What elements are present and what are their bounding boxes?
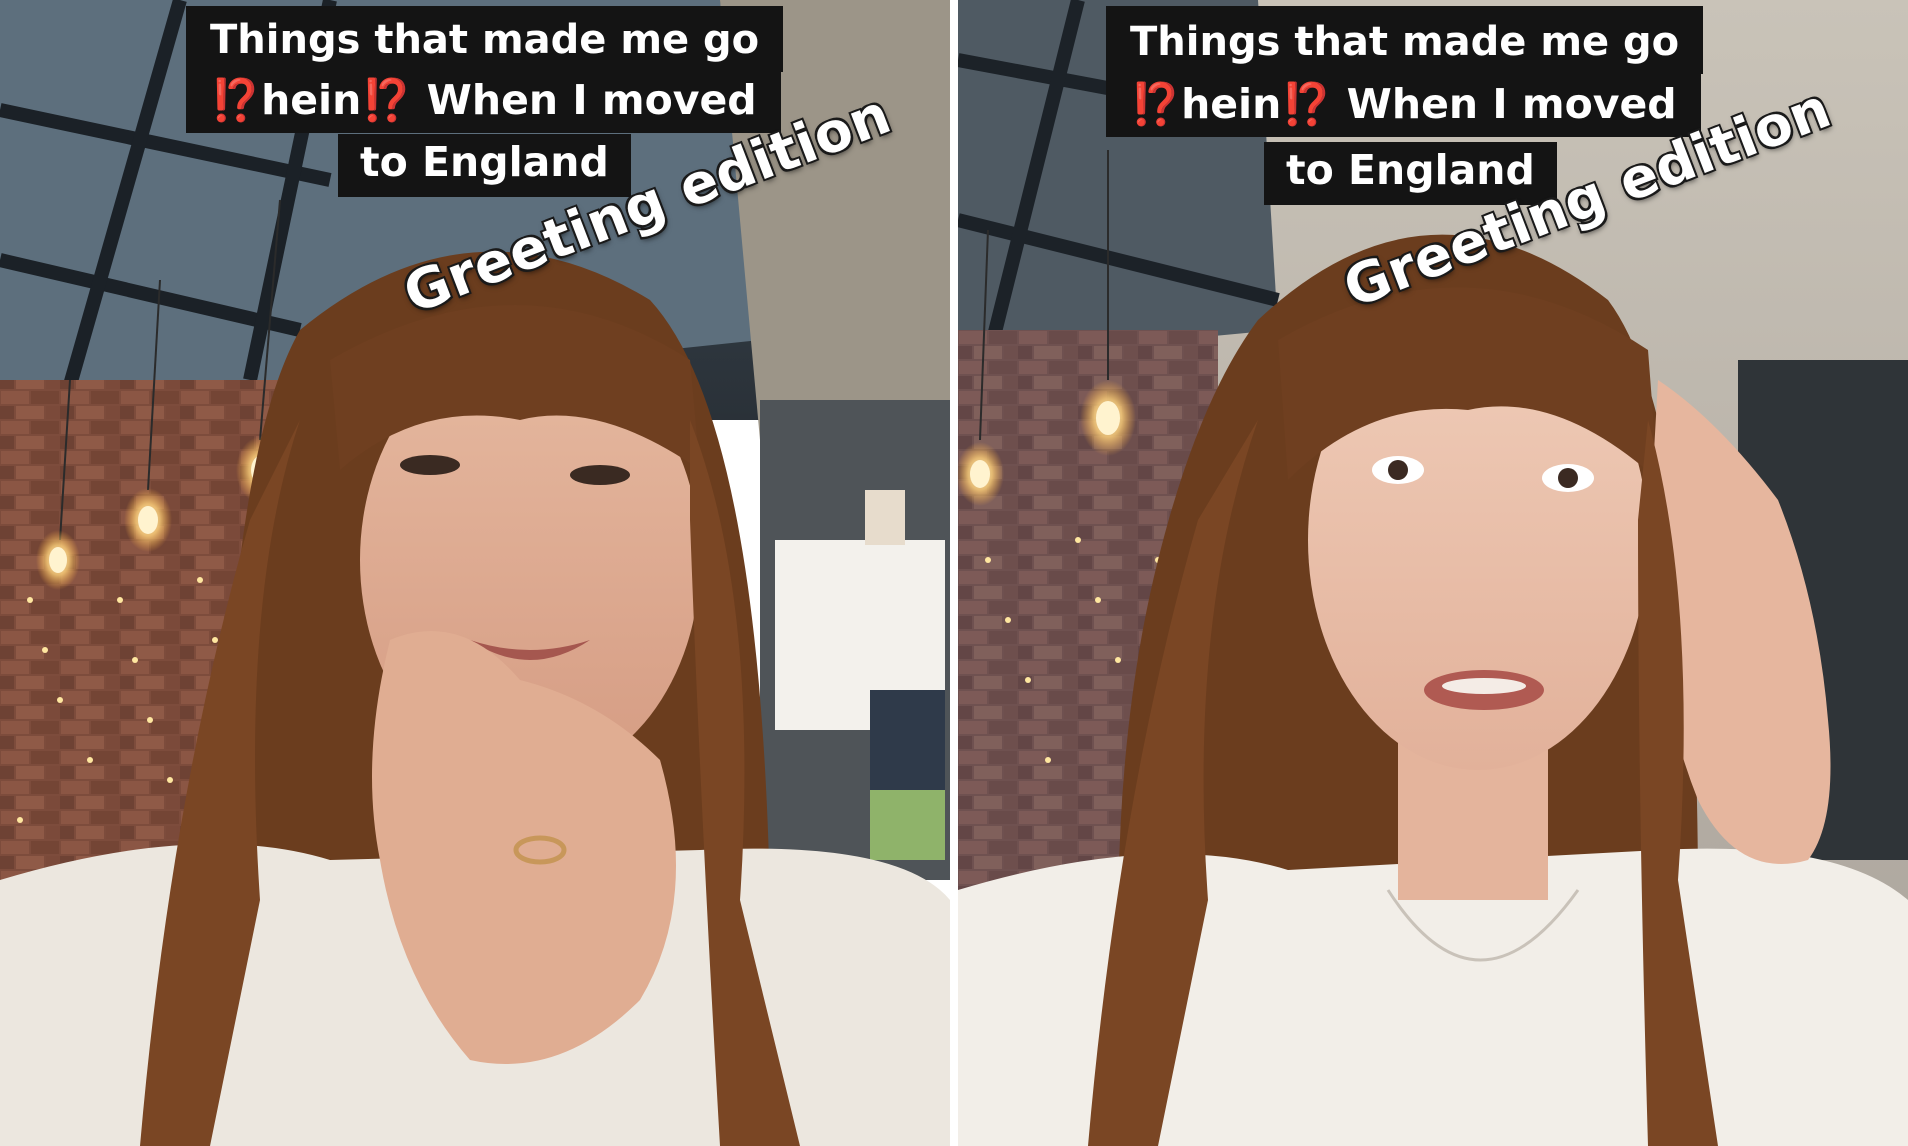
exclamation-question-emoji: ⁉️: [1130, 80, 1182, 128]
caption-line-2: ⁉️hein⁉️ When I moved: [186, 70, 781, 133]
panel-divider: [950, 0, 958, 1146]
exclamation-question-emoji: ⁉️: [361, 76, 413, 124]
caption-line-2: ⁉️hein⁉️ When I moved: [1106, 74, 1701, 137]
exclamation-question-emoji: ⁉️: [210, 76, 262, 124]
caption-line-1: Things that made me go: [1106, 6, 1704, 74]
video-frame-right: Things that made me go ⁉️hein⁉️ When I m…: [958, 0, 1908, 1146]
caption-line-3: to England: [338, 134, 631, 197]
caption-line-1: Things that made me go: [186, 6, 784, 72]
video-frame-left: Things that made me go ⁉️hein⁉️ When I m…: [0, 0, 950, 1146]
exclamation-question-emoji: ⁉️: [1281, 80, 1333, 128]
